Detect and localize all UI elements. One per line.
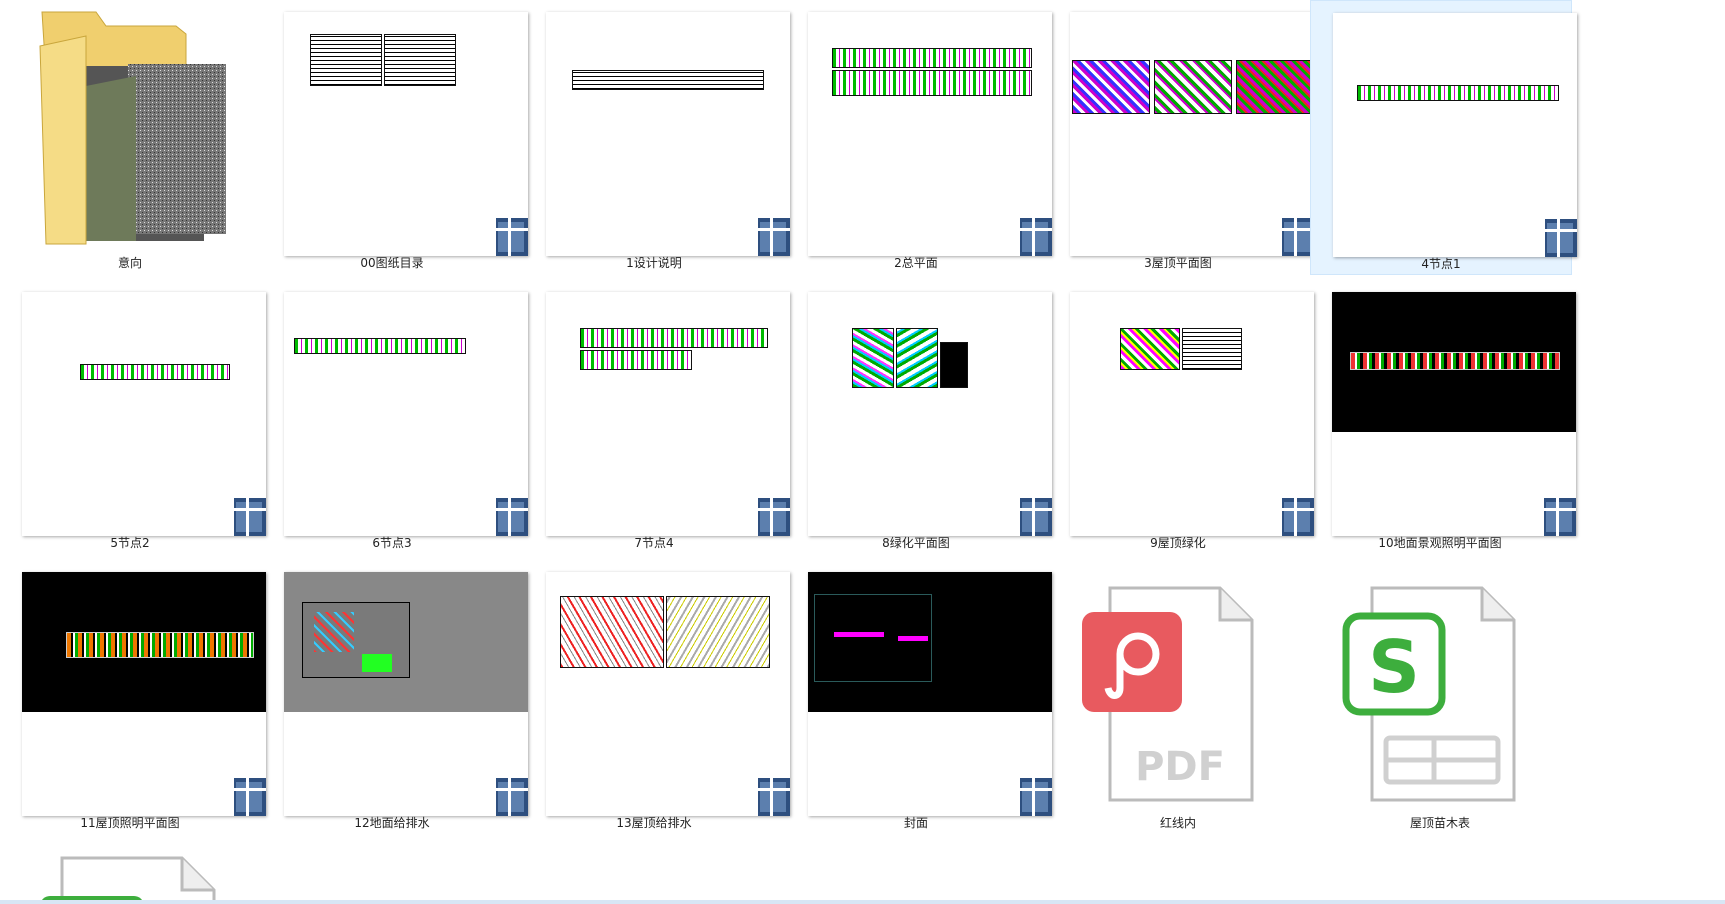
dwg-thumbnail (284, 12, 528, 256)
file-item-04[interactable]: 4节点1 (1310, 0, 1577, 275)
file-item-13[interactable]: 13屋顶给排水 (524, 560, 790, 835)
dwg-file-icon (496, 498, 528, 536)
dwg-file-icon (234, 498, 266, 536)
dwg-thumbnail (546, 572, 790, 816)
dwg-thumbnail (808, 572, 1052, 816)
dwg-thumbnail (1332, 292, 1576, 536)
item-label: 5节点2 (110, 536, 150, 550)
file-item-05[interactable]: 5节点2 (0, 280, 266, 555)
dwg-file-icon (758, 778, 790, 816)
file-item-09[interactable]: 9屋顶绿化 (1048, 280, 1314, 555)
file-item-01[interactable]: 1设计说明 (524, 0, 790, 275)
file-grid: 意向 00图纸目录 1设计说明 2总平面 3屋顶平面图 4节点1 5节点2 6节… (0, 0, 1725, 904)
file-item-pdf[interactable]: PDF 红线内 (1048, 560, 1308, 835)
pdf-file-icon: PDF (1082, 586, 1254, 802)
dwg-file-icon (1020, 218, 1052, 256)
dwg-thumbnail (284, 572, 528, 816)
item-label: 4节点1 (1421, 257, 1461, 271)
item-label: 红线内 (1159, 816, 1196, 830)
dwg-file-icon (496, 218, 528, 256)
item-label: 2总平面 (894, 256, 938, 270)
dwg-thumbnail (284, 292, 528, 536)
dwg-file-icon (758, 218, 790, 256)
item-label: 13屋顶给排水 (616, 816, 692, 830)
dwg-file-icon (1282, 218, 1314, 256)
file-item-xls[interactable]: S 屋顶苗木表 (1310, 560, 1570, 835)
dwg-file-icon (1544, 498, 1576, 536)
item-label: 意向 (117, 256, 142, 270)
item-label: 7节点4 (634, 536, 674, 550)
file-item-07[interactable]: 7节点4 (524, 280, 790, 555)
partial-file-icon[interactable] (36, 856, 236, 904)
dwg-thumbnail (1070, 12, 1314, 256)
dwg-file-icon (1020, 778, 1052, 816)
dwg-file-icon (1282, 498, 1314, 536)
dwg-file-icon (1020, 498, 1052, 536)
file-item-08[interactable]: 8绿化平面图 (786, 280, 1052, 555)
file-item-10[interactable]: 10地面景观照明平面图 (1310, 280, 1576, 555)
item-label: 10地面景观照明平面图 (1378, 536, 1502, 550)
item-label: 12地面给排水 (354, 816, 430, 830)
status-strip (0, 900, 1725, 904)
file-item-12[interactable]: 12地面给排水 (262, 560, 528, 835)
dwg-file-icon (758, 498, 790, 536)
dwg-thumbnail (1070, 292, 1314, 536)
dwg-file-icon (234, 778, 266, 816)
item-label: 封面 (903, 816, 928, 830)
file-item-06[interactable]: 6节点3 (262, 280, 528, 555)
item-label: 9屋顶绿化 (1150, 536, 1206, 550)
dwg-file-icon (1545, 219, 1577, 257)
pdf-label: PDF (1135, 744, 1225, 790)
item-label: 3屋顶平面图 (1144, 256, 1212, 270)
dwg-thumbnail (22, 572, 266, 816)
dwg-thumbnail (808, 292, 1052, 536)
item-label: 6节点3 (372, 536, 412, 550)
item-label: 8绿化平面图 (882, 536, 950, 550)
spreadsheet-file-icon: S (1342, 586, 1516, 802)
file-item-00[interactable]: 00图纸目录 (262, 0, 528, 275)
item-label: 11屋顶照明平面图 (80, 816, 180, 830)
item-label: 00图纸目录 (360, 256, 424, 270)
dwg-file-icon (496, 778, 528, 816)
item-label: 1设计说明 (626, 256, 682, 270)
svg-text:S: S (1368, 625, 1420, 709)
folder-item-yixiang[interactable]: 意向 (0, 0, 260, 275)
file-item-14[interactable]: 封面 (786, 560, 1052, 835)
dwg-thumbnail (546, 12, 790, 256)
dwg-thumbnail (546, 292, 790, 536)
folder-icon (39, 11, 226, 245)
file-item-02[interactable]: 2总平面 (786, 0, 1052, 275)
file-item-03[interactable]: 3屋顶平面图 (1048, 0, 1314, 275)
dwg-thumbnail (1333, 13, 1577, 257)
file-item-11[interactable]: 11屋顶照明平面图 (0, 560, 266, 835)
dwg-thumbnail (808, 12, 1052, 256)
dwg-thumbnail (22, 292, 266, 536)
item-label: 屋顶苗木表 (1409, 816, 1470, 830)
